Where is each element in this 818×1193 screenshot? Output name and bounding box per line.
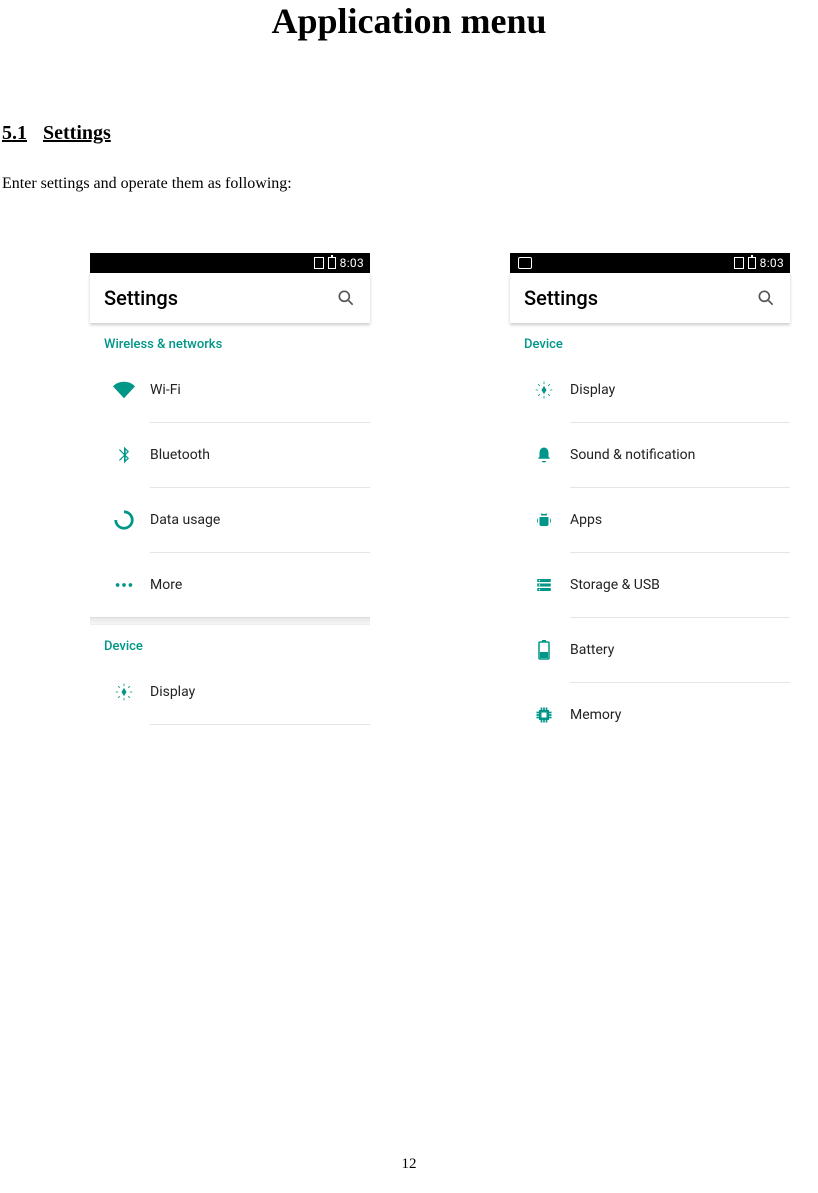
section-label-device: Device	[90, 625, 370, 660]
status-time: 8:03	[760, 256, 784, 270]
section-heading: 5.1 Settings	[2, 122, 818, 145]
settings-item-wifi[interactable]: Wi-Fi	[90, 358, 370, 422]
item-label: Memory	[570, 707, 621, 723]
sim-icon	[314, 257, 324, 269]
settings-item-storage[interactable]: Storage & USB	[510, 553, 790, 617]
section-label-device: Device	[510, 323, 790, 358]
apps-icon	[524, 511, 564, 529]
notification-icon	[518, 257, 532, 269]
data-usage-icon	[104, 509, 144, 531]
divider	[150, 724, 370, 725]
app-bar: Settings	[510, 273, 790, 323]
page-number: 12	[0, 1156, 818, 1173]
item-label: Sound & notification	[570, 447, 695, 463]
appbar-title: Settings	[104, 286, 178, 310]
intro-text: Enter settings and operate them as follo…	[2, 175, 818, 193]
item-label: Display	[570, 382, 615, 398]
storage-icon	[524, 576, 564, 594]
battery-icon	[748, 257, 756, 269]
item-label: Wi-Fi	[150, 382, 181, 398]
screenshot-right: 8:03 Settings Device Display Sound & not…	[510, 253, 790, 747]
item-label: Battery	[570, 642, 614, 658]
settings-item-bluetooth[interactable]: Bluetooth	[90, 423, 370, 487]
appbar-title: Settings	[524, 286, 598, 310]
bluetooth-icon	[104, 445, 144, 465]
display-icon	[524, 380, 564, 400]
section-label-wireless: Wireless & networks	[90, 323, 370, 358]
settings-item-more[interactable]: More	[90, 553, 370, 617]
page-title: Application menu	[0, 0, 818, 42]
item-label: Display	[150, 684, 195, 700]
settings-item-sound[interactable]: Sound & notification	[510, 423, 790, 487]
battery-icon	[328, 257, 336, 269]
search-icon[interactable]	[336, 288, 356, 308]
settings-item-display[interactable]: Display	[90, 660, 370, 724]
memory-icon	[524, 705, 564, 725]
item-label: More	[150, 577, 182, 593]
settings-item-battery[interactable]: Battery	[510, 618, 790, 682]
settings-item-data-usage[interactable]: Data usage	[90, 488, 370, 552]
settings-item-apps[interactable]: Apps	[510, 488, 790, 552]
status-bar: 8:03	[510, 253, 790, 273]
search-icon[interactable]	[756, 288, 776, 308]
status-bar: 8:03	[90, 253, 370, 273]
sound-icon	[524, 446, 564, 464]
item-label: Data usage	[150, 512, 220, 528]
item-label: Apps	[570, 512, 602, 528]
battery-setting-icon	[524, 640, 564, 660]
item-label: Storage & USB	[570, 577, 660, 593]
settings-item-memory[interactable]: Memory	[510, 683, 790, 747]
app-bar: Settings	[90, 273, 370, 323]
section-divider	[90, 617, 370, 625]
screenshot-left: 8:03 Settings Wireless & networks Wi-Fi …	[90, 253, 370, 747]
item-label: Bluetooth	[150, 447, 210, 463]
section-number: 5.1	[2, 122, 27, 144]
sim-icon	[734, 257, 744, 269]
more-icon	[104, 574, 144, 596]
section-title: Settings	[43, 122, 111, 144]
wifi-icon	[104, 379, 144, 401]
display-icon	[104, 682, 144, 702]
settings-item-display[interactable]: Display	[510, 358, 790, 422]
status-time: 8:03	[340, 256, 364, 270]
